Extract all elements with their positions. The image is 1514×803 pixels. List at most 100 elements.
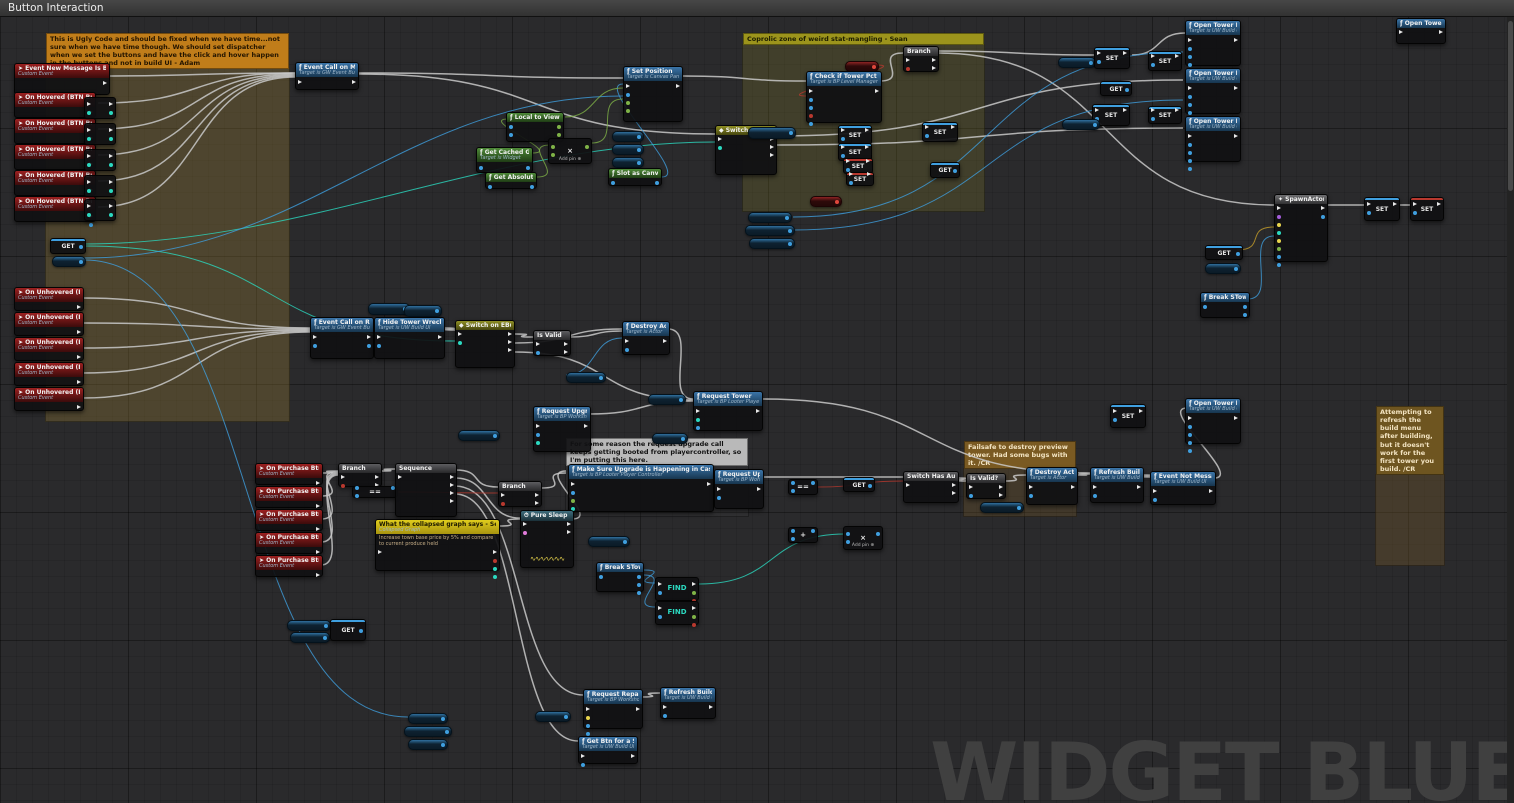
variable-pill[interactable] [612, 131, 644, 142]
exec-pin[interactable] [1113, 409, 1117, 413]
data-pin[interactable] [551, 153, 555, 157]
data-pin[interactable] [637, 591, 641, 595]
exec-pin[interactable] [316, 550, 320, 554]
data-pin[interactable] [1243, 305, 1247, 309]
data-pin[interactable] [530, 185, 534, 189]
data-pin[interactable] [663, 714, 667, 718]
data-pin[interactable] [493, 567, 497, 571]
data-pin[interactable] [809, 106, 813, 110]
variable-pill[interactable] [408, 739, 448, 750]
exec-pin[interactable] [1093, 485, 1097, 489]
data-pin[interactable] [493, 559, 497, 563]
exec-pin[interactable] [571, 482, 575, 486]
exec-pin[interactable] [367, 335, 371, 339]
on-unhovered-btn-button-2-node[interactable]: ➤ On Unhovered (BTN Button 2)Custom Even… [14, 312, 84, 336]
exec-pin[interactable] [865, 145, 869, 149]
event-new-message-is-build-ui-node[interactable]: ➤ Event New Message Is Build UICustom Ev… [14, 63, 110, 95]
data-pin[interactable] [493, 434, 497, 438]
add-pin-label[interactable]: Add pin ⊕ [844, 543, 882, 548]
data-pin[interactable] [789, 131, 793, 135]
on-unhovered-btn-button-5-node[interactable]: ➤ On Unhovered (BTN Button 5)Custom Even… [14, 387, 84, 411]
destroy-actor-node[interactable]: ƒ Destroy ActorTarget is Actor [622, 321, 670, 355]
data-pin[interactable] [571, 499, 575, 503]
variable-pill[interactable] [408, 713, 448, 724]
exec-pin[interactable] [1188, 86, 1192, 90]
variable-pill[interactable] [810, 196, 842, 207]
variable-pill[interactable] [748, 212, 792, 223]
data-pin[interactable] [599, 376, 603, 380]
open-tower-information-node[interactable]: ƒ Open Tower InformationTarget is UW Bui… [1185, 20, 1241, 66]
exec-pin[interactable] [841, 128, 845, 132]
exec-pin[interactable] [316, 504, 320, 508]
data-pin[interactable] [1188, 143, 1192, 147]
exec-pin[interactable] [378, 550, 382, 554]
exec-pin[interactable] [1188, 134, 1192, 138]
data-pin[interactable] [557, 125, 561, 129]
exec-pin[interactable] [1367, 202, 1371, 206]
data-pin[interactable] [359, 629, 363, 633]
data-pin[interactable] [1277, 223, 1281, 227]
exec-pin[interactable] [87, 102, 91, 106]
data-pin[interactable] [953, 169, 957, 173]
data-pin[interactable] [441, 717, 445, 721]
exec-pin[interactable] [770, 145, 774, 149]
on-purchase-btn-5-clicked-node[interactable]: ➤ On Purchase Btn 5 ClickedCustom Event [255, 555, 323, 577]
spawnactor-bp-preview-node[interactable]: ✦ SpawnActor BP Preview [1274, 194, 1328, 262]
variable-pill[interactable] [980, 502, 1024, 513]
break-stower-node[interactable]: ƒ Break STower [1200, 292, 1250, 318]
exec-pin[interactable] [77, 330, 81, 334]
data-pin[interactable] [1113, 418, 1117, 422]
exec-pin[interactable] [1399, 30, 1403, 34]
destroy-actor-node[interactable]: ƒ Destroy ActorTarget is Actor [1026, 467, 1078, 505]
data-pin[interactable] [458, 341, 462, 345]
data-pin[interactable] [692, 623, 696, 627]
exec-pin[interactable] [109, 154, 113, 158]
exec-pin[interactable] [952, 491, 956, 495]
sequence-node[interactable]: Sequence [395, 463, 457, 517]
exec-pin[interactable] [906, 483, 910, 487]
data-pin[interactable] [493, 575, 497, 579]
data-pin[interactable] [717, 496, 721, 500]
exec-pin[interactable] [1393, 202, 1397, 206]
data-pin[interactable] [109, 189, 113, 193]
data-pin[interactable] [109, 213, 113, 217]
exec-pin[interactable] [1153, 489, 1157, 493]
exec-pin[interactable] [1123, 51, 1127, 55]
data-pin[interactable] [586, 716, 590, 720]
setr-set-node[interactable]: SET [1410, 197, 1444, 221]
exec-pin[interactable] [398, 475, 402, 479]
variable-pill[interactable] [458, 430, 500, 441]
exec-pin[interactable] [1437, 202, 1441, 206]
what-the-collapsed-graph-says-sean-node[interactable]: What the collapsed graph says - SeanColl… [375, 519, 500, 571]
exec-pin[interactable] [77, 380, 81, 384]
exec-pin[interactable] [1123, 108, 1127, 112]
exec-pin[interactable] [1413, 202, 1417, 206]
on-purchase-btn-1-clicked-node[interactable]: ➤ On Purchase Btn 1 ClickedCustom Event [255, 463, 323, 485]
data-pin[interactable] [1321, 215, 1325, 219]
exec-pin[interactable] [663, 339, 667, 343]
data-pin[interactable] [1093, 494, 1097, 498]
set-position-node[interactable]: ƒ Set PositionTarget is Canvas Panel Slo… [623, 66, 683, 122]
find-node[interactable]: FIND [655, 601, 699, 625]
find-node[interactable]: FIND [655, 577, 699, 601]
switch-has-authority-node[interactable]: Switch Has Authority [903, 471, 959, 503]
data-pin[interactable] [791, 489, 795, 493]
data-pin[interactable] [809, 114, 813, 118]
exec-pin[interactable] [77, 405, 81, 409]
exec-pin[interactable] [438, 335, 442, 339]
data-pin[interactable] [696, 426, 700, 430]
on-purchase-btn-4-clicked-node[interactable]: ➤ On Purchase Btn 4 ClickedCustom Event [255, 532, 323, 554]
data-pin[interactable] [564, 715, 568, 719]
mini-node[interactable] [84, 199, 116, 221]
exec-pin[interactable] [1188, 38, 1192, 42]
data-pin[interactable] [811, 481, 815, 485]
data-pin[interactable] [557, 133, 561, 137]
hide-tower-wrecking-information-node[interactable]: ƒ Hide Tower Wrecking InformationTarget … [374, 317, 445, 359]
data-pin[interactable] [791, 481, 795, 485]
exec-pin[interactable] [450, 491, 454, 495]
exec-pin[interactable] [450, 475, 454, 479]
branch-node[interactable]: Branch [498, 481, 542, 507]
is-valid-node[interactable]: Is Valid [533, 330, 571, 356]
exec-pin[interactable] [109, 102, 113, 106]
data-pin[interactable] [1277, 247, 1281, 251]
